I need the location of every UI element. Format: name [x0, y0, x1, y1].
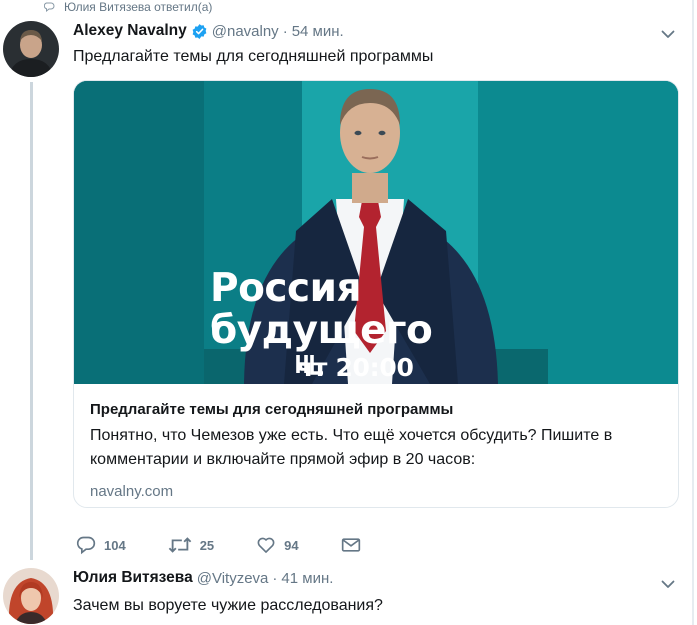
like-button[interactable]: 94 — [256, 535, 299, 555]
reply-author-handle[interactable]: @Vityzeva — [197, 570, 269, 587]
timeline-right-border — [692, 0, 694, 625]
card-body: Предлагайте темы для сегодняшней програм… — [74, 384, 678, 502]
heart-icon — [257, 537, 275, 553]
card-title: Предлагайте темы для сегодняшней програм… — [90, 401, 454, 418]
tweet-menu-button[interactable] — [659, 25, 677, 43]
envelope-icon — [341, 538, 360, 552]
card-image-brand: чт 20:00 — [296, 353, 414, 382]
card-image[interactable]: Россия будущего чт 20:00 — [74, 81, 678, 384]
reply-count: 104 — [104, 537, 126, 553]
chevron-down-icon — [661, 30, 675, 38]
nl-logo-icon — [296, 355, 323, 375]
tweet-text: Предлагайте темы для сегодняшней програм… — [73, 48, 434, 65]
tweet-timestamp[interactable]: 54 мин. — [292, 23, 344, 40]
direct-message-button[interactable] — [341, 536, 361, 554]
reply-timestamp[interactable]: 41 мин. — [281, 570, 333, 587]
retweet-button[interactable]: 25 — [168, 535, 214, 555]
tweet-actions: 104 25 94 — [73, 535, 403, 555]
author-avatar[interactable] — [3, 21, 59, 77]
reply-menu-button[interactable] — [659, 575, 677, 593]
card-domain: navalny.com — [90, 483, 174, 500]
tweet-header: Alexey Navalny @navalny · 54 мин. — [73, 21, 344, 41]
separator-dot: · — [272, 569, 278, 587]
card-description: Понятно, что Чемезов уже есть. Что ещё х… — [90, 427, 613, 468]
author-handle[interactable]: @navalny — [212, 23, 279, 40]
reply-icon — [76, 536, 96, 555]
reply-author-name[interactable]: Юлия Витязева — [73, 569, 193, 587]
retweet-icon — [168, 537, 191, 553]
author-name[interactable]: Alexey Navalny — [73, 22, 187, 40]
reply-button[interactable]: 104 — [76, 535, 126, 555]
replied-by-label[interactable]: Юлия Витязева ответил(а) — [64, 1, 212, 13]
reply-header: Юлия Витязева @Vityzeva · 41 мин. — [73, 568, 333, 588]
reply-text: Зачем вы воруете чужие расследования? — [73, 597, 383, 614]
like-count: 94 — [284, 537, 299, 553]
reply-author-avatar[interactable] — [3, 568, 59, 624]
card-image-title-line1: Россия — [210, 266, 361, 311]
link-card[interactable]: Россия будущего чт 20:00 Предлагайте тем… — [73, 80, 679, 508]
chevron-down-icon — [661, 580, 675, 588]
reply-context: Юлия Витязева ответил(а) — [44, 0, 212, 14]
reply-icon — [44, 2, 55, 13]
verified-badge-icon — [192, 23, 207, 39]
separator-dot: · — [282, 22, 288, 40]
thread-connector-line — [30, 82, 33, 560]
retweet-count: 25 — [199, 537, 215, 553]
card-image-title-line2: будущего — [210, 308, 433, 353]
